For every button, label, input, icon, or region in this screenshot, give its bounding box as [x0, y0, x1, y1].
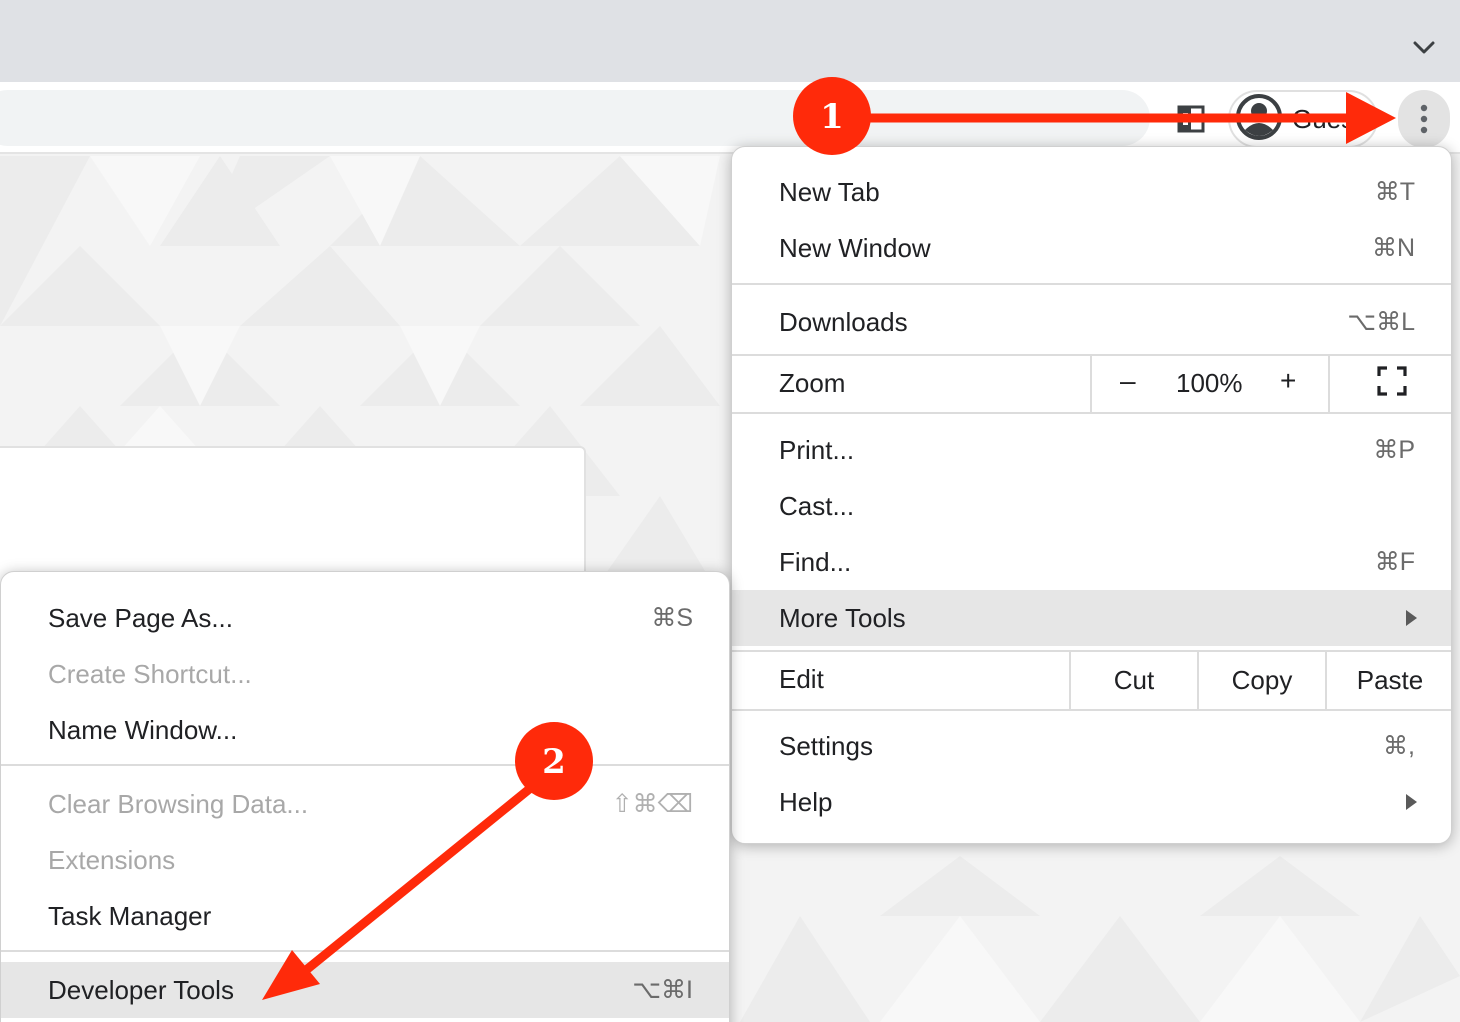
- menu-item-task-manager[interactable]: Task Manager: [1, 888, 729, 944]
- menu-item-label: Task Manager: [48, 900, 212, 931]
- menu-item-label: Find...: [779, 546, 852, 577]
- browser-toolbar: Guest: [0, 82, 1460, 154]
- profile-name: Guest: [1292, 103, 1362, 134]
- menu-item-label: More Tools: [779, 602, 906, 633]
- shortcut-label: ⌘T: [1374, 178, 1415, 206]
- menu-item-label: Name Window...: [48, 714, 238, 745]
- menu-item-name-window[interactable]: Name Window...: [1, 702, 729, 758]
- menu-item-label: Developer Tools: [48, 974, 234, 1005]
- profile-button[interactable]: Guest: [1228, 90, 1378, 148]
- side-panel-icon[interactable]: [1174, 102, 1208, 136]
- menu-item-cast[interactable]: Cast...: [732, 478, 1451, 534]
- shortcut-label: ⇧⌘⌫: [611, 790, 693, 818]
- more-tools-submenu: Save Page As... ⌘S Create Shortcut... Na…: [0, 571, 730, 1022]
- menu-item-extensions: Extensions: [1, 832, 729, 888]
- menu-item-label: Settings: [779, 730, 873, 761]
- menu-item-label: Extensions: [48, 844, 176, 875]
- shortcut-label: ⌥⌘I: [632, 976, 693, 1004]
- menu-item-clear-browsing-data: Clear Browsing Data... ⇧⌘⌫: [1, 776, 729, 832]
- tab-strip: [0, 0, 1460, 82]
- shortcut-label: ⌥⌘L: [1347, 308, 1415, 336]
- menu-item-label: Cast...: [779, 490, 855, 521]
- menu-item-print[interactable]: Print... ⌘P: [732, 422, 1451, 478]
- menu-item-save-page-as[interactable]: Save Page As... ⌘S: [1, 590, 729, 646]
- zoom-label: Zoom: [779, 368, 846, 398]
- menu-item-label: Create Shortcut...: [48, 658, 252, 689]
- person-icon: [1236, 93, 1282, 145]
- menu-item-label: Help: [779, 786, 833, 817]
- menu-item-label: Print...: [779, 434, 855, 465]
- menu-item-new-tab[interactable]: New Tab ⌘T: [732, 164, 1451, 220]
- zoom-out-button[interactable]: –: [1120, 365, 1136, 397]
- zoom-controls: – 100% +: [1090, 355, 1330, 413]
- menu-item-create-shortcut: Create Shortcut...: [1, 646, 729, 702]
- menu-item-label: Save Page As...: [48, 602, 234, 633]
- menu-item-developer-tools[interactable]: Developer Tools ⌥⌘I: [1, 962, 729, 1018]
- chevron-down-icon[interactable]: [1410, 34, 1438, 62]
- menu-item-label: Downloads: [779, 306, 908, 337]
- zoom-in-button[interactable]: +: [1280, 365, 1296, 397]
- menu-divider: [1, 764, 729, 766]
- menu-item-label: New Window: [779, 232, 931, 263]
- shortcut-label: ⌘P: [1373, 436, 1415, 464]
- menu-item-label: New Tab: [779, 176, 880, 207]
- menu-divider: [732, 709, 1451, 711]
- menu-item-label: Clear Browsing Data...: [48, 788, 309, 819]
- menu-item-help[interactable]: Help: [732, 774, 1451, 830]
- page-card: [0, 446, 586, 586]
- zoom-level: 100%: [1176, 368, 1243, 398]
- fullscreen-button[interactable]: [1328, 355, 1451, 413]
- submenu-arrow-icon: [1406, 794, 1417, 810]
- shortcut-label: ⌘F: [1374, 548, 1415, 576]
- submenu-arrow-icon: [1406, 610, 1417, 626]
- menu-divider: [1, 950, 729, 952]
- edit-row: Edit Cut Copy Paste: [732, 651, 1451, 709]
- menu-divider: [732, 283, 1451, 285]
- menu-item-more-tools[interactable]: More Tools: [732, 590, 1451, 646]
- shortcut-label: ⌘,: [1383, 732, 1415, 760]
- edit-label: Edit: [779, 664, 824, 694]
- three-dots-vertical-icon[interactable]: [1398, 90, 1450, 148]
- cut-button[interactable]: Cut: [1069, 651, 1197, 709]
- menu-item-settings[interactable]: Settings ⌘,: [732, 718, 1451, 774]
- menu-item-find[interactable]: Find... ⌘F: [732, 534, 1451, 590]
- paste-button[interactable]: Paste: [1325, 651, 1451, 709]
- fullscreen-icon: [1376, 365, 1407, 403]
- zoom-row: Zoom – 100% +: [732, 355, 1451, 413]
- address-bar[interactable]: [0, 90, 1150, 146]
- menu-divider: [732, 412, 1451, 414]
- menu-item-new-window[interactable]: New Window ⌘N: [732, 220, 1451, 276]
- shortcut-label: ⌘S: [651, 604, 693, 632]
- menu-item-downloads[interactable]: Downloads ⌥⌘L: [732, 294, 1451, 350]
- shortcut-label: ⌘N: [1371, 234, 1415, 262]
- chrome-main-menu: New Tab ⌘T New Window ⌘N Downloads ⌥⌘L Z…: [731, 146, 1452, 844]
- copy-button[interactable]: Copy: [1197, 651, 1325, 709]
